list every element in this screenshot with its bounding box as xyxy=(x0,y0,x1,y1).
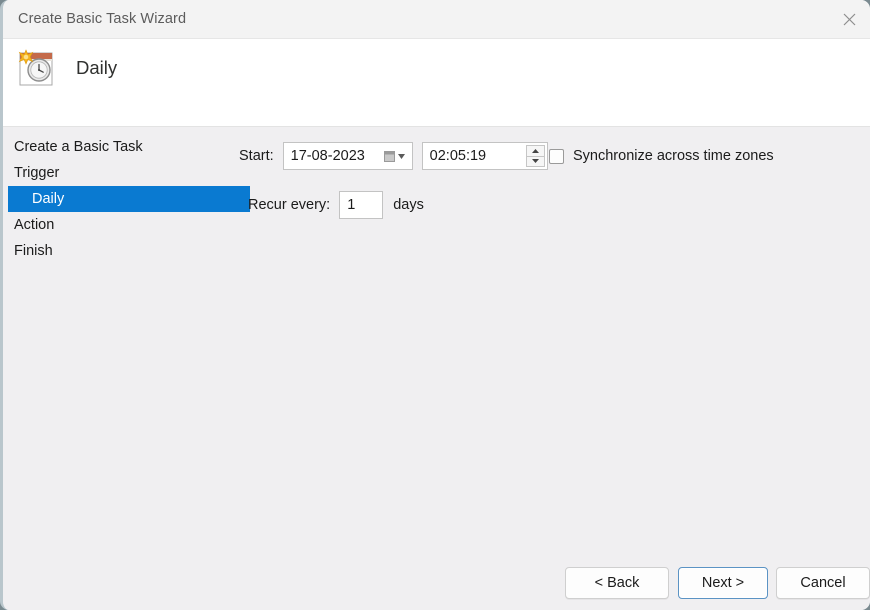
start-label: Start: xyxy=(239,148,274,164)
title-bar: Create Basic Task Wizard xyxy=(3,0,870,39)
close-icon[interactable] xyxy=(826,0,870,39)
recur-row: Recur every: 1 days xyxy=(248,191,424,219)
calendar-dropdown-icon[interactable] xyxy=(383,143,405,169)
sidebar-item-daily[interactable]: Daily xyxy=(8,186,250,212)
spinner-down-icon[interactable] xyxy=(525,156,545,167)
start-time-input[interactable]: 02:05:19 xyxy=(421,142,548,170)
daily-task-calendar-clock-icon xyxy=(14,46,60,92)
recur-label: Recur every: xyxy=(248,197,331,213)
recur-interval-input[interactable]: 1 xyxy=(339,191,384,219)
wizard-step-nav: Create a Basic Task Trigger Daily Action… xyxy=(3,134,250,264)
back-button[interactable]: < Back xyxy=(565,567,669,599)
spinner-up-icon[interactable] xyxy=(525,145,545,157)
window-title: Create Basic Task Wizard xyxy=(18,11,187,27)
wizard-body: Create a Basic Task Trigger Daily Action… xyxy=(3,128,870,610)
sidebar-item-finish[interactable]: Finish xyxy=(3,238,235,264)
cancel-button[interactable]: Cancel xyxy=(776,567,870,599)
page-title: Daily xyxy=(76,57,118,78)
start-row: Start: 17-08-2023 02:05:19 xyxy=(239,142,548,170)
recur-interval-value: 1 xyxy=(347,197,356,213)
sidebar-item-create-a-basic-task[interactable]: Create a Basic Task xyxy=(3,134,235,160)
start-date-input[interactable]: 17-08-2023 xyxy=(282,142,413,170)
sync-time-zones-label: Synchronize across time zones xyxy=(573,148,774,164)
next-button[interactable]: Next > xyxy=(678,567,768,599)
start-time-value: 02:05:19 xyxy=(429,148,487,164)
sidebar-item-trigger[interactable]: Trigger xyxy=(3,160,235,186)
time-spinner[interactable] xyxy=(525,145,545,167)
recur-unit-label: days xyxy=(393,197,424,213)
sync-time-zones-row[interactable]: Synchronize across time zones xyxy=(549,142,774,170)
sync-time-zones-checkbox[interactable] xyxy=(549,148,564,164)
sidebar-item-action[interactable]: Action xyxy=(3,212,235,238)
wizard-footer: < Back Next > Cancel xyxy=(3,567,870,610)
create-basic-task-wizard-window: Create Basic Task Wizard Daily Create a … xyxy=(0,0,870,610)
start-date-value: 17-08-2023 xyxy=(290,148,365,164)
wizard-header: Daily xyxy=(3,39,870,127)
